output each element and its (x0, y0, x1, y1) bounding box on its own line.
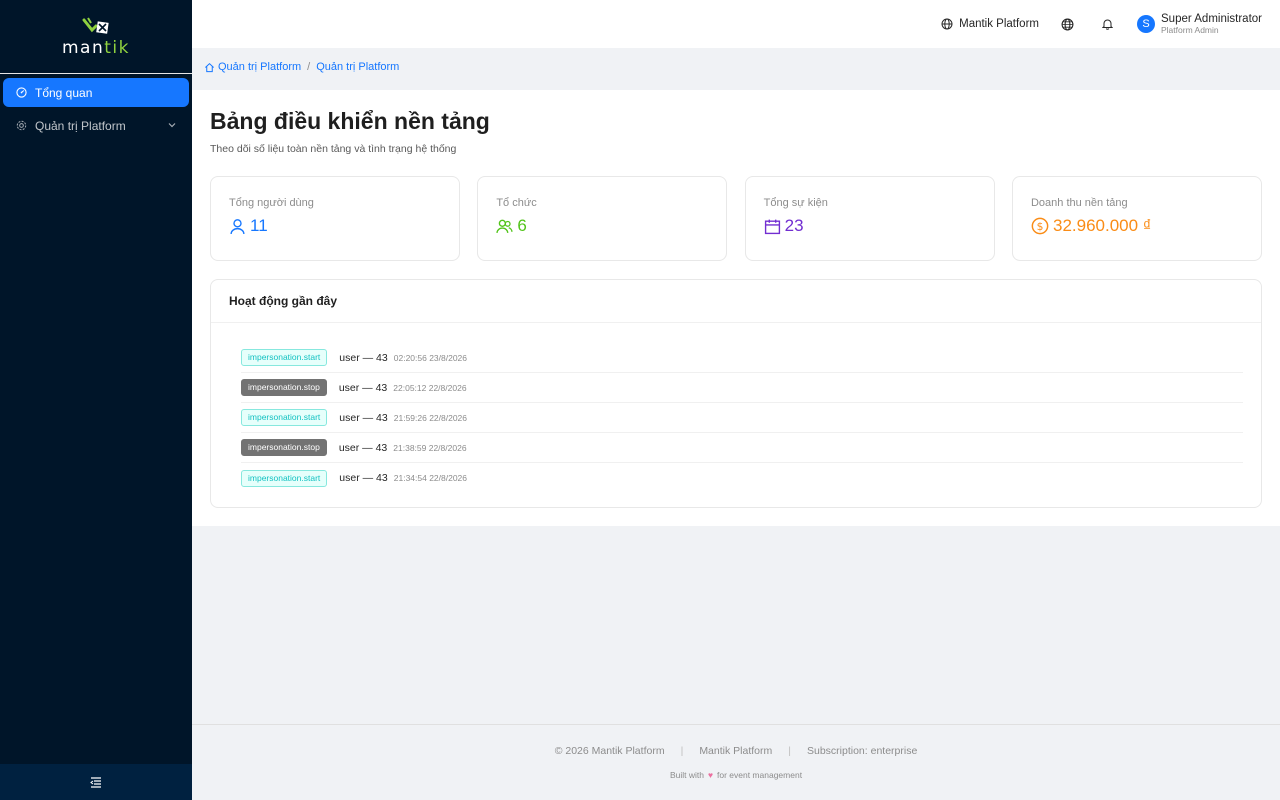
activity-row: impersonation.start user — 43 21:59:26 2… (241, 403, 1243, 433)
sidebar-item-platform-admin[interactable]: Quản trị Platform (3, 111, 189, 140)
platform-switcher[interactable]: Mantik Platform (941, 18, 1039, 30)
stat-card-organizations: Tổ chức 6 (477, 176, 728, 261)
gear-icon (15, 120, 27, 132)
top-header: Mantik Platform S Super Administrator Pl… (192, 0, 1280, 48)
activity-time: 21:34:54 22/8/2026 (393, 473, 468, 483)
breadcrumb-item-1[interactable]: Quản trị Platform (218, 61, 301, 73)
globe-icon (941, 18, 953, 30)
activity-row: impersonation.start user — 43 02:20:56 2… (241, 343, 1243, 373)
sidebar-collapse-button[interactable] (0, 764, 192, 800)
activity-text: user — 43 (339, 411, 388, 424)
mantis-logo-icon (82, 16, 109, 34)
footer-separator: | (680, 745, 684, 757)
language-button[interactable] (1061, 18, 1080, 31)
stat-label: Doanh thu nền tảng (1030, 197, 1128, 209)
language-icon (1061, 18, 1074, 30)
activity-time: 02:20:56 23/8/2026 (393, 352, 468, 363)
heart-icon: ♥ (707, 770, 713, 780)
user-icon (230, 218, 245, 234)
chevron-down-icon (168, 123, 176, 128)
team-icon (496, 219, 513, 233)
breadcrumb-item-2[interactable]: Quản trị Platform (316, 61, 399, 73)
svg-text:$: $ (1037, 220, 1044, 233)
page-footer: © 2026 Mantik Platform | Mantik Platform… (192, 724, 1280, 800)
footer-separator: | (788, 745, 791, 757)
page-subtitle: Theo dõi số liệu toàn nền tảng và tình t… (210, 143, 457, 155)
recent-activity-title: Hoạt động gần đây (211, 280, 1261, 323)
stat-card-users: Tổng người dùng 11 (210, 176, 460, 261)
sidebar-item-label: Tổng quan (35, 85, 93, 100)
sidebar-menu: Tổng quan Quản trị Platform (0, 74, 192, 140)
notifications-button[interactable] (1102, 18, 1119, 30)
breadcrumb: Quản trị Platform / Quản trị Platform (204, 61, 399, 73)
footer-subscription: Subscription: enterprise (806, 745, 918, 757)
activity-text: user — 43 (339, 351, 388, 364)
avatar: S (1137, 15, 1155, 33)
activity-row: impersonation.start user — 43 21:34:54 2… (241, 463, 1243, 493)
sidebar-item-label: Quản trị Platform (35, 118, 126, 133)
activity-list: impersonation.start user — 43 02:20:56 2… (211, 323, 1261, 493)
main-content: Bảng điều khiển nền tảng Theo dõi số liệ… (192, 90, 1280, 526)
stat-label: Tổ chức (496, 197, 537, 209)
activity-text: user — 43 (338, 381, 388, 394)
stat-value: $ 32.960.000 ₫ (1031, 216, 1243, 236)
menu-fold-icon (90, 777, 101, 788)
dollar-icon: $ (1031, 217, 1049, 235)
sidebar: mantik Tổng quan Quản trị Platform (0, 0, 192, 800)
brand-logo[interactable]: mantik (0, 0, 192, 74)
sidebar-item-overview[interactable]: Tổng quan (3, 78, 189, 107)
event-tag: impersonation.start (241, 469, 328, 487)
stats-row: Tổng người dùng 11 Tổ chức 6 Tổng sự kiệ… (210, 176, 1262, 261)
activity-time: 21:38:59 22/8/2026 (393, 442, 467, 453)
user-name: Super Administrator (1161, 13, 1262, 25)
activity-row: impersonation.stop user — 43 22:05:12 22… (241, 373, 1243, 403)
calendar-icon (764, 219, 780, 234)
activity-time: 22:05:12 22/8/2026 (393, 382, 467, 393)
activity-time: 21:59:26 22/8/2026 (393, 412, 468, 423)
stat-value: 11 (229, 216, 441, 236)
footer-copyright: © 2026 Mantik Platform (554, 745, 665, 757)
activity-text: user — 43 (338, 441, 388, 454)
footer-tagline: Built with ♥ for event management (669, 770, 803, 780)
stat-value: 23 (764, 216, 976, 236)
breadcrumb-separator: / (307, 61, 311, 73)
event-tag: impersonation.start (241, 349, 328, 366)
page-title: Bảng điều khiển nền tảng (210, 108, 490, 134)
stat-card-events: Tổng sự kiện 23 (744, 176, 995, 261)
dashboard-icon (15, 87, 27, 99)
bell-icon (1102, 19, 1113, 30)
event-tag: impersonation.stop (241, 379, 327, 396)
user-role: Platform Admin (1161, 25, 1219, 35)
platform-label: Mantik Platform (959, 18, 1039, 30)
stat-value: 6 (496, 216, 708, 236)
event-tag: impersonation.stop (241, 439, 327, 456)
footer-links: © 2026 Mantik Platform | Mantik Platform… (192, 745, 1280, 757)
recent-activity-card: Hoạt động gần đây impersonation.start us… (210, 279, 1262, 508)
footer-product: Mantik Platform (699, 745, 773, 757)
activity-text: user — 43 (339, 472, 388, 484)
event-tag: impersonation.start (241, 409, 328, 426)
stat-label: Tổng người dùng (229, 197, 314, 209)
stat-label: Tổng sự kiện (763, 197, 828, 209)
activity-row: impersonation.stop user — 43 21:38:59 22… (241, 433, 1243, 463)
user-menu[interactable]: S Super Administrator Platform Admin (1137, 13, 1262, 35)
home-icon (205, 62, 214, 72)
stat-card-revenue: Doanh thu nền tảng $ 32.960.000 ₫ (1011, 176, 1262, 261)
brand-name: mantik (62, 37, 130, 58)
